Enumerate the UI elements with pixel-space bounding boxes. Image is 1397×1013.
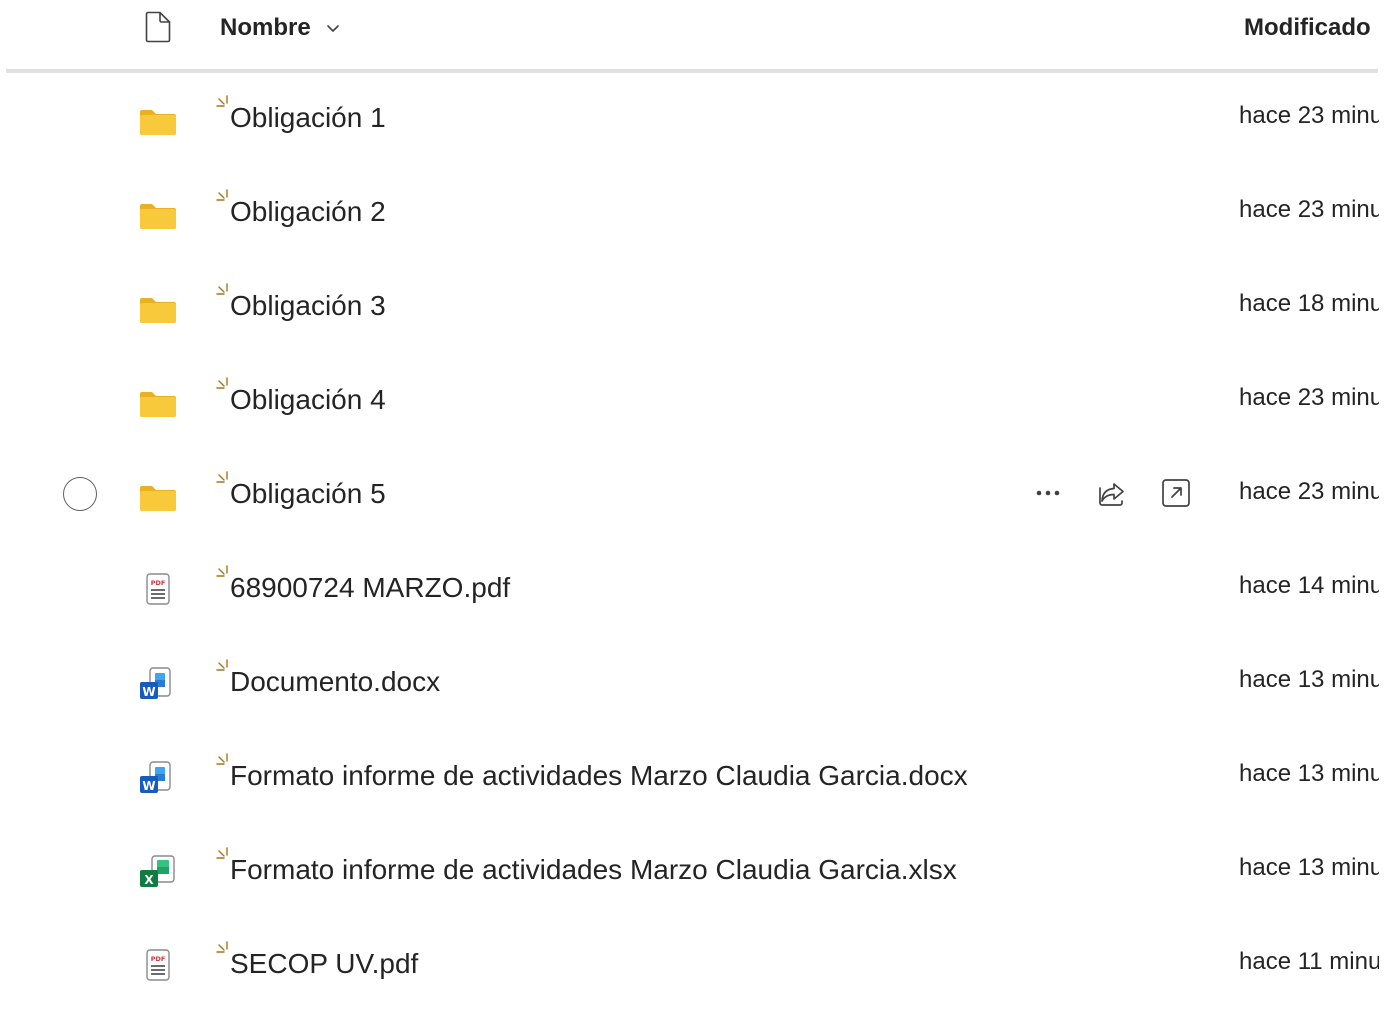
file-list: Obligación 1 hace 23 minu Obligación 2 hac… [0,73,1397,1013]
word-file-icon: W [138,761,178,795]
list-header: Nombre Modificado [0,0,1397,68]
column-header-name[interactable]: Nombre [220,14,341,42]
svg-text:X: X [144,873,154,887]
row-actions [1030,477,1222,513]
modified-date: hace 18 minu [1239,290,1379,317]
svg-text:PDF: PDF [151,579,166,587]
more-icon [1032,477,1064,514]
svg-text:W: W [142,685,155,699]
file-name-link[interactable]: Formato informe de actividades Marzo Cla… [230,854,957,886]
modified-date: hace 23 minu [1239,478,1379,505]
folder-icon [138,197,178,231]
folder-row[interactable]: Obligación 1 hace 23 minu [0,73,1397,167]
folder-icon [138,479,178,513]
pdf-file-icon: PDF [138,949,178,983]
modified-date: hace 23 minu [1239,384,1379,411]
folder-row[interactable]: Obligación 3 hace 18 minu [0,261,1397,355]
chevron-down-icon [326,25,339,32]
document-icon[interactable] [145,11,171,43]
folder-icon [138,291,178,325]
folder-icon [138,385,178,419]
modified-date: hace 13 minu [1239,854,1379,881]
select-checkbox[interactable] [63,477,97,512]
column-header-name-label: Nombre [220,14,311,41]
open-in-new-button[interactable] [1158,477,1194,513]
svg-text:W: W [142,779,155,793]
folder-icon [138,103,178,137]
modified-date: hace 13 minu [1239,760,1379,787]
modified-date: hace 11 minu [1239,948,1379,975]
file-row[interactable]: X Formato informe de actividades Marzo C… [0,825,1397,919]
file-name-link[interactable]: Obligación 3 [230,290,386,322]
file-name-link[interactable]: Obligación 1 [230,102,386,134]
excel-file-icon: X [138,855,178,889]
file-name-link[interactable]: SECOP UV.pdf [230,948,418,980]
modified-date: hace 14 minu [1239,572,1379,599]
file-name-link[interactable]: Documento.docx [230,666,440,698]
svg-text:PDF: PDF [151,955,166,963]
file-name-link[interactable]: Obligación 4 [230,384,386,416]
modified-date: hace 23 minu [1239,102,1379,129]
modified-date: hace 23 minu [1239,196,1379,223]
folder-row[interactable]: Obligación 4 hace 23 minu [0,355,1397,449]
share-icon [1096,477,1128,514]
more-actions-button[interactable] [1030,477,1066,513]
pdf-file-icon: PDF [138,573,178,607]
file-row[interactable]: W Documento.docx hace 13 minu [0,637,1397,731]
column-header-modified[interactable]: Modificado [1244,14,1371,42]
file-name-link[interactable]: Formato informe de actividades Marzo Cla… [230,760,968,792]
file-name-link[interactable]: Obligación 2 [230,196,386,228]
modified-date: hace 13 minu [1239,666,1379,693]
folder-row[interactable]: Obligación 5 hace 23 minu [0,449,1397,543]
share-button[interactable] [1094,477,1130,513]
file-row[interactable]: PDF SECOP UV.pdf hace 11 minu [0,919,1397,1013]
file-name-link[interactable]: Obligación 5 [230,478,386,510]
folder-row[interactable]: Obligación 2 hace 23 minu [0,167,1397,261]
file-name-link[interactable]: 68900724 MARZO.pdf [230,572,510,604]
open-icon [1160,477,1192,514]
file-row[interactable]: W Formato informe de actividades Marzo C… [0,731,1397,825]
word-file-icon: W [138,667,178,701]
file-row[interactable]: PDF 68900724 MARZO.pdf hace 14 minu [0,543,1397,637]
